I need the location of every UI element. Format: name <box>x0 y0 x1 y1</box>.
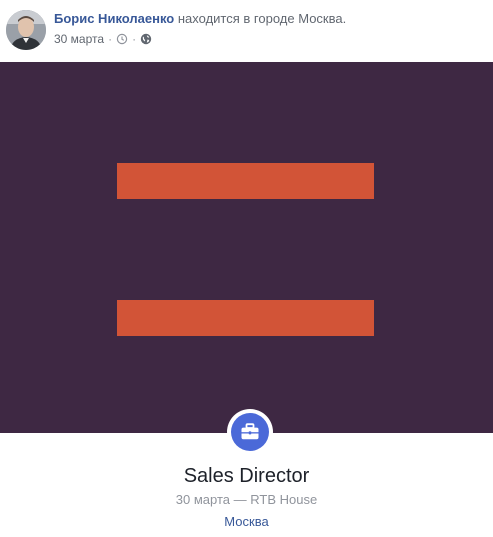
post-header-title: Борис Николаенко находится в городе Моск… <box>54 11 346 27</box>
post-meta: 30 марта · · <box>54 32 152 46</box>
post-header: Борис Николаенко находится в городе Моск… <box>0 0 493 62</box>
badge-circle <box>231 413 269 451</box>
globe-icon[interactable] <box>140 33 152 45</box>
action-text: находится в городе <box>177 11 295 26</box>
cover-bar-top <box>117 163 374 199</box>
post-date-link[interactable]: 30 марта <box>54 32 104 46</box>
briefcase-icon <box>241 423 259 440</box>
clock-icon <box>116 33 128 45</box>
place-link[interactable]: Москва <box>298 11 342 26</box>
author-name-link[interactable]: Борис Николаенко <box>54 11 174 26</box>
life-event-title: Sales Director <box>183 465 310 487</box>
avatar-icon <box>6 10 46 50</box>
meta-separator: · <box>108 32 113 46</box>
place-suffix: . <box>342 11 347 26</box>
life-event-subtitle: 30 марта — RTB House <box>175 492 318 507</box>
author-avatar[interactable] <box>6 10 46 50</box>
meta-separator-2: · <box>132 32 137 46</box>
life-event-badge <box>227 409 273 455</box>
life-event-place-link[interactable]: Москва <box>0 514 493 530</box>
life-event-cover-image[interactable] <box>0 62 493 433</box>
cover-bar-bottom <box>117 300 374 336</box>
